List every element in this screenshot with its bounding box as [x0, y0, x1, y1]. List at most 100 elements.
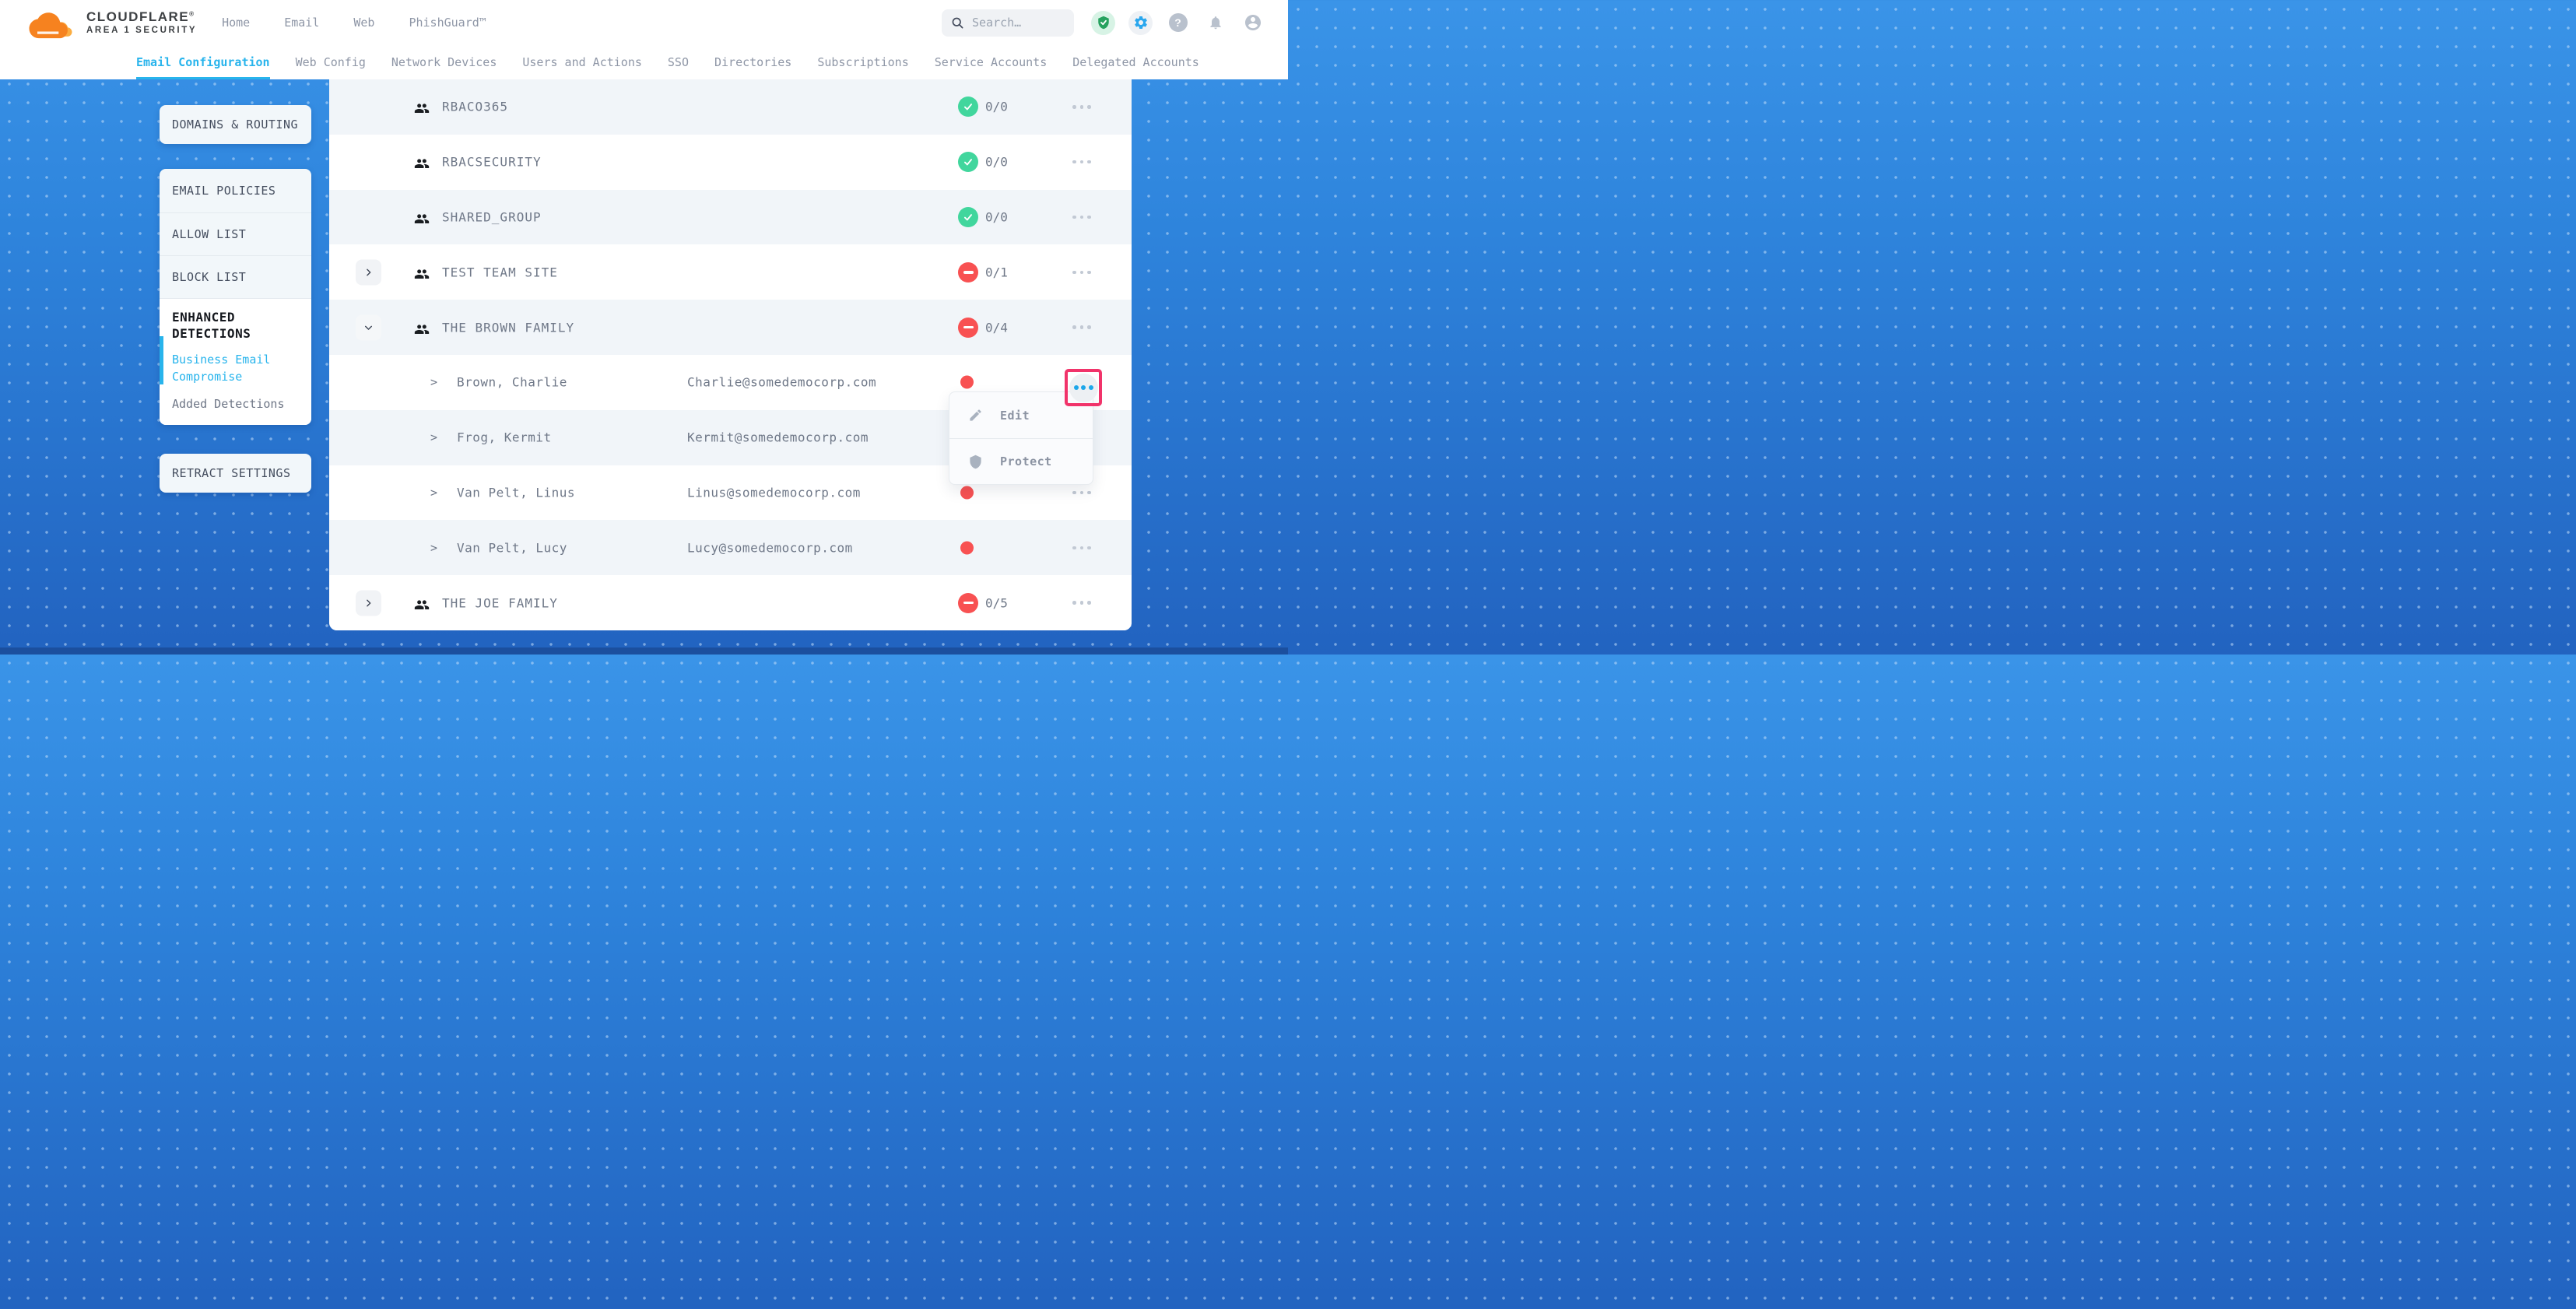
tab-subscriptions[interactable]: Subscriptions — [817, 45, 908, 79]
nav-email[interactable]: Email — [284, 16, 319, 30]
header-icons: ? — [1091, 11, 1265, 35]
gear-icon[interactable] — [1128, 11, 1153, 35]
sidebar-card-policies: EMAIL POLICIES ALLOW LIST BLOCK LIST ENH… — [160, 169, 311, 425]
status-protected-badge — [958, 152, 978, 172]
group-name: RBACSECURITY — [442, 155, 542, 170]
sidebar-item-enhanced-detections[interactable]: ENHANCED DETECTIONS — [172, 309, 299, 342]
group-icon — [414, 156, 430, 168]
member-name: Brown, Charlie — [457, 375, 567, 390]
top-nav: Home Email Web PhishGuard™ — [222, 16, 486, 30]
member-caret: > — [430, 430, 437, 444]
group-icon — [414, 211, 430, 223]
nav-phishguard[interactable]: PhishGuard™ — [409, 16, 486, 30]
group-name: THE JOE FAMILY — [442, 595, 558, 610]
cloudflare-cloud-icon — [29, 6, 79, 39]
row-actions-button-highlighted[interactable] — [1065, 369, 1102, 406]
account-icon[interactable] — [1241, 11, 1265, 35]
expand-group-button[interactable] — [356, 259, 381, 285]
row-actions-button[interactable] — [1069, 154, 1095, 170]
member-name: Van Pelt, Linus — [457, 485, 575, 500]
shield-check-icon[interactable] — [1091, 11, 1115, 35]
member-email: Linus@somedemocorp.com — [687, 485, 861, 500]
menu-item-label: Protect — [1000, 454, 1052, 469]
expand-group-button[interactable] — [356, 590, 381, 616]
tab-sso[interactable]: SSO — [668, 45, 689, 79]
protected-count: 0/0 — [985, 209, 1008, 224]
logo-text: CLOUDFLARE® AREA 1 SECURITY — [86, 9, 197, 37]
group-name: TEST TEAM SITE — [442, 265, 558, 279]
tab-directories[interactable]: Directories — [714, 45, 791, 79]
member-email: Charlie@somedemocorp.com — [687, 375, 876, 390]
member-name: Frog, Kermit — [457, 430, 552, 445]
tab-email-configuration[interactable]: Email Configuration — [136, 45, 270, 79]
active-item-indicator — [160, 336, 163, 384]
groups-table-panel: RBACO365 0/0 RBACSECURITY 0/0 SHARED_GRO… — [329, 79, 1132, 630]
member-caret: > — [430, 541, 437, 555]
section-tabs: Email Configuration Web Config Network D… — [0, 45, 1288, 79]
group-icon — [414, 597, 430, 609]
row-actions-button[interactable] — [1069, 209, 1095, 225]
sidebar-card-retract: RETRACT SETTINGS — [160, 454, 311, 493]
collapse-group-button[interactable] — [356, 314, 381, 340]
member-email: Lucy@somedemocorp.com — [687, 540, 853, 555]
bottom-strip — [0, 647, 1288, 654]
protected-count: 0/1 — [985, 265, 1008, 279]
group-row: THE JOE FAMILY 0/5 — [329, 575, 1132, 630]
status-unprotected-badge — [958, 318, 978, 338]
row-actions-button[interactable] — [1069, 99, 1095, 114]
group-name: THE BROWN FAMILY — [442, 320, 574, 335]
protected-count: 0/0 — [985, 155, 1008, 170]
group-icon — [414, 100, 430, 113]
row-actions-button[interactable] — [1069, 320, 1095, 335]
bell-icon[interactable] — [1203, 11, 1227, 35]
menu-item-label: Edit — [1000, 409, 1030, 423]
row-actions-button[interactable] — [1069, 265, 1095, 280]
help-icon[interactable]: ? — [1166, 11, 1190, 35]
group-row: SHARED_GROUP 0/0 — [329, 190, 1132, 245]
nav-web[interactable]: Web — [353, 16, 374, 30]
status-unprotected-dot — [960, 486, 974, 499]
group-row: RBACSECURITY 0/0 — [329, 135, 1132, 190]
member-row: > Van Pelt, Lucy Lucy@somedemocorp.com — [329, 520, 1132, 575]
member-caret: > — [430, 375, 437, 389]
pencil-icon — [968, 408, 983, 423]
search-input[interactable] — [972, 16, 1058, 30]
tab-service-accounts[interactable]: Service Accounts — [935, 45, 1048, 79]
status-unprotected-badge — [958, 262, 978, 283]
status-unprotected-dot — [960, 376, 974, 389]
sidebar-item-email-policies[interactable]: EMAIL POLICIES — [160, 169, 311, 213]
nav-home[interactable]: Home — [222, 16, 250, 30]
group-row: THE BROWN FAMILY 0/4 — [329, 300, 1132, 355]
sidebar-item-block-list[interactable]: BLOCK LIST — [160, 256, 311, 299]
menu-item-protect[interactable]: Protect — [949, 438, 1093, 484]
tab-web-config[interactable]: Web Config — [296, 45, 366, 79]
member-name: Van Pelt, Lucy — [457, 540, 567, 555]
tab-users-and-actions[interactable]: Users and Actions — [522, 45, 642, 79]
ellipsis-icon — [1069, 374, 1098, 402]
app-header: CLOUDFLARE® AREA 1 SECURITY Home Email W… — [0, 0, 1288, 45]
sidebar-item-business-email-compromise[interactable]: Business Email Compromise — [172, 352, 299, 385]
status-unprotected-badge — [958, 593, 978, 613]
sub-brand-name: AREA 1 SECURITY — [86, 26, 197, 36]
status-protected-badge — [958, 207, 978, 227]
group-icon — [414, 266, 430, 279]
protected-count: 0/0 — [985, 100, 1008, 114]
row-actions-button[interactable] — [1069, 485, 1095, 500]
sidebar-item-domains-routing[interactable]: DOMAINS & ROUTING — [160, 105, 311, 144]
group-row: TEST TEAM SITE 0/1 — [329, 244, 1132, 300]
group-name: RBACO365 — [442, 100, 508, 114]
search-icon — [951, 16, 964, 30]
sidebar-item-added-detections[interactable]: Added Detections — [172, 396, 299, 412]
group-icon — [414, 321, 430, 334]
sidebar-item-allow-list[interactable]: ALLOW LIST — [160, 213, 311, 256]
protected-count: 0/4 — [985, 320, 1008, 335]
status-protected-badge — [958, 97, 978, 117]
row-actions-button[interactable] — [1069, 595, 1095, 611]
sidebar-item-retract-settings[interactable]: RETRACT SETTINGS — [160, 454, 311, 493]
tab-network-devices[interactable]: Network Devices — [391, 45, 497, 79]
tab-delegated-accounts[interactable]: Delegated Accounts — [1072, 45, 1199, 79]
shield-icon — [968, 454, 983, 469]
group-row: RBACO365 0/0 — [329, 79, 1132, 135]
row-actions-button[interactable] — [1069, 540, 1095, 556]
search-box[interactable] — [942, 9, 1074, 37]
